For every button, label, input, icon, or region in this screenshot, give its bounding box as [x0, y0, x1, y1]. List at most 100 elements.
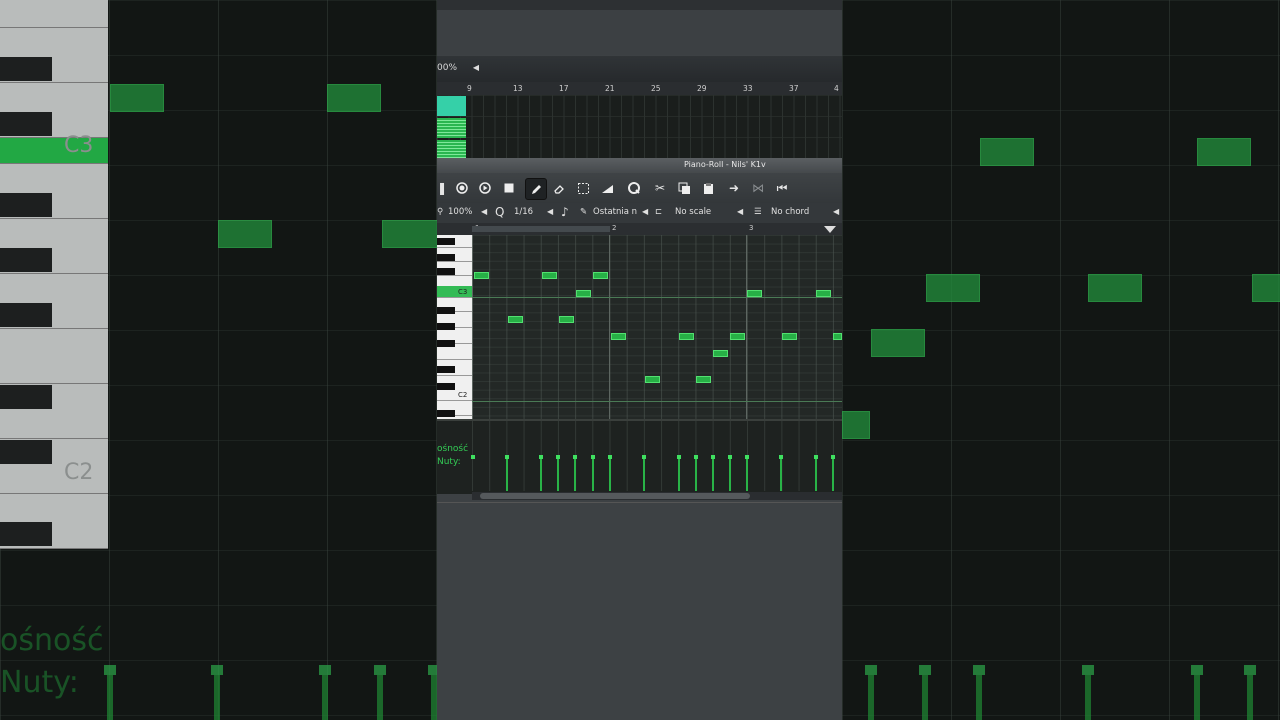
forward-icon[interactable]: ➜ — [724, 178, 744, 198]
timeline-label: 4 — [834, 84, 839, 93]
note-length-select[interactable]: Ostatnia n — [593, 207, 637, 217]
song-zoom-value[interactable]: 00% — [437, 63, 457, 73]
note[interactable] — [713, 350, 728, 357]
pattern-block[interactable] — [437, 118, 466, 138]
key-label-c2: C2 — [458, 391, 468, 399]
velocity-bar[interactable] — [556, 455, 560, 491]
black-key[interactable] — [437, 268, 455, 275]
song-zoom-arrow-icon[interactable]: ◀ — [470, 62, 482, 74]
song-tracks-grid[interactable] — [437, 95, 842, 158]
pattern-block[interactable] — [437, 140, 466, 158]
velocity-bar[interactable] — [728, 455, 732, 491]
copy-icon[interactable] — [674, 178, 694, 198]
velocity-bar[interactable] — [694, 455, 698, 491]
pencil-small-icon: ✎ — [580, 207, 588, 217]
note[interactable] — [559, 316, 574, 323]
velocity-label: ośność — [437, 444, 469, 454]
velocity-grid — [472, 421, 842, 491]
black-key[interactable] — [437, 410, 455, 417]
velocity-bar[interactable] — [539, 455, 543, 491]
note[interactable] — [747, 290, 762, 297]
note[interactable] — [576, 290, 591, 297]
velocity-bar[interactable] — [608, 455, 612, 491]
glue-icon[interactable]: ⋈ — [748, 178, 768, 198]
pattern-block[interactable] — [437, 96, 466, 116]
piano-roll-titlebar[interactable]: Piano-Roll - Nils' K1v — [437, 158, 842, 173]
note[interactable] — [593, 272, 608, 279]
bar-line — [609, 235, 610, 419]
song-timeline[interactable]: 9 13 17 21 25 29 33 37 4 — [437, 82, 842, 95]
select-icon[interactable] — [573, 178, 593, 198]
bg-note — [1197, 138, 1251, 166]
chord-select[interactable]: No chord — [771, 207, 809, 217]
background-zoom-right — [842, 0, 1280, 720]
note[interactable] — [645, 376, 660, 383]
eraser-icon[interactable] — [549, 178, 569, 198]
note[interactable] — [833, 333, 842, 340]
quantize-icon[interactable] — [624, 178, 644, 198]
velocity-bar[interactable] — [471, 455, 475, 459]
cut-icon[interactable]: ✂ — [650, 178, 670, 198]
black-key[interactable] — [437, 238, 455, 245]
loop-region[interactable] — [472, 226, 610, 232]
velocity-bar[interactable] — [745, 455, 749, 491]
velocity-bar[interactable] — [779, 455, 783, 491]
note[interactable] — [508, 316, 523, 323]
pause-icon[interactable]: ❚ — [437, 178, 447, 198]
bg-note — [110, 84, 164, 112]
note[interactable] — [816, 290, 831, 297]
zoom-arrow-icon[interactable]: ◀ — [481, 207, 487, 216]
note-length-arrow-icon[interactable]: ◀ — [642, 207, 648, 216]
black-key[interactable] — [437, 254, 455, 261]
bg-velocity-bar — [211, 665, 223, 720]
black-key[interactable] — [437, 307, 455, 314]
timeline-label: 33 — [743, 84, 753, 93]
pencil-icon[interactable] — [525, 178, 547, 200]
velocity-bar[interactable] — [814, 455, 818, 491]
note-grid[interactable] — [472, 235, 842, 419]
octave-line — [472, 297, 842, 298]
scale-select[interactable]: No scale — [675, 207, 711, 217]
black-key[interactable] — [437, 340, 455, 347]
scale-arrow-icon[interactable]: ◀ — [737, 207, 743, 216]
velocity-bar[interactable] — [591, 455, 595, 491]
note[interactable] — [679, 333, 694, 340]
velocity-bar[interactable] — [711, 455, 715, 491]
velocity-bar[interactable] — [573, 455, 577, 491]
play-icon[interactable] — [475, 178, 495, 198]
dropdown-triangle-icon[interactable] — [824, 226, 836, 233]
zoom-select[interactable]: 100% — [448, 207, 472, 217]
black-key[interactable] — [437, 323, 455, 330]
bg-black-key — [0, 57, 52, 81]
paste-icon[interactable] — [698, 178, 718, 198]
key-divider — [437, 375, 472, 376]
note[interactable] — [730, 333, 745, 340]
note[interactable] — [542, 272, 557, 279]
detune-icon[interactable] — [597, 178, 617, 198]
velocity-bar[interactable] — [505, 455, 509, 491]
note[interactable] — [696, 376, 711, 383]
piano-roll-timeline[interactable]: 1 2 3 — [437, 223, 842, 235]
quantize-select[interactable]: 1/16 — [514, 207, 533, 217]
scrollbar-thumb[interactable] — [480, 493, 750, 499]
bg-velocity-bar — [973, 665, 985, 720]
note[interactable] — [474, 272, 489, 279]
horizontal-scrollbar[interactable] — [472, 492, 842, 500]
timeline-label: 29 — [697, 84, 707, 93]
stop-icon[interactable] — [499, 178, 519, 198]
velocity-bar[interactable] — [831, 455, 835, 491]
black-key[interactable] — [437, 383, 455, 390]
chord-arrow-icon[interactable]: ◀ — [833, 207, 839, 216]
quantize-arrow-icon[interactable]: ◀ — [547, 207, 553, 216]
note[interactable] — [782, 333, 797, 340]
scale-icon: ⊏ — [655, 207, 663, 217]
empty-workspace — [437, 502, 842, 720]
piano-roll-options-bar: ⚲ 100% ◀ Q 1/16 ◀ ♪ ✎ Ostatnia n ◀ ⊏ No … — [437, 203, 842, 223]
rewind-icon[interactable]: ⏮ — [772, 178, 792, 198]
velocity-bar[interactable] — [642, 455, 646, 491]
note[interactable] — [611, 333, 626, 340]
velocity-bar[interactable] — [677, 455, 681, 491]
black-key[interactable] — [437, 366, 455, 373]
piano-roll-title: Piano-Roll - Nils' K1v — [684, 160, 766, 169]
record-icon[interactable] — [452, 178, 472, 198]
